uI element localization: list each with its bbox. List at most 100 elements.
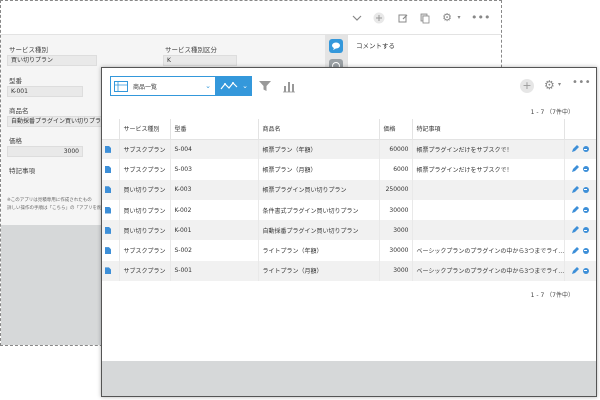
chevron-down-icon: ⌄ xyxy=(205,82,211,90)
header-product[interactable]: 商品名 xyxy=(258,119,380,140)
cell-note: 帳票プラグインだけをサブスクで！ xyxy=(412,159,565,180)
field-value-price[interactable]: 3000 xyxy=(7,146,83,157)
header-price[interactable]: 価格 xyxy=(379,119,413,140)
cell-actions xyxy=(564,260,596,282)
remove-icon[interactable] xyxy=(582,186,589,193)
cell-note: ベーシックプランのプラグインの中から3つまでライ… xyxy=(412,260,565,282)
cell-note xyxy=(412,220,565,241)
chart-button[interactable] xyxy=(279,76,299,96)
chart-icon xyxy=(279,82,299,98)
more-icon[interactable]: ••• xyxy=(572,77,591,88)
document-icon[interactable] xyxy=(105,206,111,214)
table-row[interactable]: 買い切りプラン K-003 帳票プラグイン買い切りプラン 250000 xyxy=(102,179,596,200)
cell-service-type: サブスクプラン xyxy=(119,139,171,160)
gear-icon[interactable]: ⚙ xyxy=(441,12,453,24)
header-note[interactable]: 特記事項 xyxy=(412,119,565,140)
record-list-window: 商品一覧 ⌄ ⌄ + ⚙ ▾ ••• 1 - 7 （7件中） サービス種別 型番… xyxy=(101,67,597,397)
copy-icon[interactable] xyxy=(419,12,431,24)
header-icon-column xyxy=(102,119,120,140)
cell-product: 帳票プラグイン買い切りプラン xyxy=(258,179,380,200)
cell-service-type: サブスクプラン xyxy=(119,240,171,261)
row-detail-link[interactable] xyxy=(102,179,120,200)
remove-icon[interactable] xyxy=(582,146,589,153)
add-record-button[interactable]: + xyxy=(520,79,534,93)
app-note-line1: ※このアプリは見積専用に作成されたもの xyxy=(7,198,92,203)
field-value-service-type[interactable]: 買い切りプラン xyxy=(7,55,97,66)
field-label-product: 商品名 xyxy=(9,107,29,115)
table-row[interactable]: 買い切りプラン K-002 条件書式プラグイン買い切りプラン 30000 xyxy=(102,199,596,221)
table-row[interactable]: サブスクプラン S-003 帳票プラン（月額） 6000 帳票プラグインだけをサ… xyxy=(102,159,596,180)
cell-product: ライトプラン（月額） xyxy=(258,260,380,282)
cell-actions xyxy=(564,179,596,200)
table-header-row: サービス種別 型番 商品名 価格 特記事項 xyxy=(102,119,596,140)
remove-icon[interactable] xyxy=(582,207,589,214)
pencil-icon[interactable] xyxy=(571,246,579,255)
filter-button[interactable] xyxy=(255,76,275,96)
app-note-line2: 詳しい操作の手順は「こちら」の「アプリを削除で… xyxy=(7,206,115,211)
row-detail-link[interactable] xyxy=(102,199,120,221)
field-label-note: 特記事項 xyxy=(9,167,35,175)
row-detail-link[interactable] xyxy=(102,220,120,241)
cell-service-type: サブスクプラン xyxy=(119,159,171,180)
cell-price: 3000 xyxy=(379,220,413,241)
pencil-icon[interactable] xyxy=(571,266,579,275)
cell-note xyxy=(412,179,565,200)
cell-model: S-004 xyxy=(170,139,259,160)
document-icon[interactable] xyxy=(105,247,111,255)
row-detail-link[interactable] xyxy=(102,240,120,261)
header-model[interactable]: 型番 xyxy=(170,119,259,140)
remove-icon[interactable] xyxy=(582,247,589,254)
cell-model: S-002 xyxy=(170,240,259,261)
header-service-type[interactable]: サービス種別 xyxy=(119,119,171,140)
records-table: サービス種別 型番 商品名 価格 特記事項 サブスクプラン S-004 帳票プラ… xyxy=(102,119,596,282)
document-icon[interactable] xyxy=(105,226,111,234)
graph-line-icon xyxy=(220,81,240,94)
filter-icon xyxy=(255,81,275,98)
remove-icon[interactable] xyxy=(582,166,589,173)
field-value-service-category[interactable]: K xyxy=(163,55,237,66)
table-row[interactable]: サブスクプラン S-004 帳票プラン（年額） 60000 帳票プラグインだけを… xyxy=(102,139,596,160)
cell-model: S-001 xyxy=(170,260,259,282)
cell-actions xyxy=(564,139,596,160)
document-icon[interactable] xyxy=(105,165,111,173)
document-icon[interactable] xyxy=(105,267,111,275)
row-detail-link[interactable] xyxy=(102,159,120,180)
cell-note xyxy=(412,199,565,221)
table-row[interactable]: サブスクプラン S-002 ライトプラン（年額） 30000 ベーシックプランの… xyxy=(102,240,596,261)
pencil-icon[interactable] xyxy=(571,185,579,194)
cell-actions xyxy=(564,199,596,221)
remove-icon[interactable] xyxy=(582,227,589,234)
list-footer-area xyxy=(102,361,596,396)
cell-product: 自動採番プラグイン買い切りプラン xyxy=(258,220,380,241)
plus-icon[interactable] xyxy=(373,12,385,24)
edit-icon[interactable] xyxy=(397,12,409,24)
field-label-service-type: サービス種別 xyxy=(9,46,48,54)
graph-button[interactable]: ⌄ xyxy=(216,76,252,96)
cell-price: 60000 xyxy=(379,139,413,160)
pencil-icon[interactable] xyxy=(571,206,579,214)
pencil-icon[interactable] xyxy=(571,226,579,234)
gear-icon[interactable]: ⚙ xyxy=(544,78,558,92)
table-row[interactable]: 買い切りプラン K-001 自動採番プラグイン買い切りプラン 3000 xyxy=(102,220,596,241)
field-value-model[interactable]: K-001 xyxy=(7,86,83,97)
document-icon[interactable] xyxy=(105,145,111,153)
remove-icon[interactable] xyxy=(582,267,589,274)
comment-panel-title[interactable]: コメントする xyxy=(356,40,395,50)
cell-price: 3000 xyxy=(379,260,413,282)
document-icon[interactable] xyxy=(105,186,111,194)
cell-price: 30000 xyxy=(379,240,413,261)
row-detail-link[interactable] xyxy=(102,139,120,160)
more-icon[interactable]: ••• xyxy=(471,12,490,24)
comment-icon[interactable] xyxy=(329,39,343,53)
view-selector[interactable]: 商品一覧 ⌄ xyxy=(110,76,216,96)
cell-product: ライトプラン（年額） xyxy=(258,240,380,261)
row-detail-link[interactable] xyxy=(102,260,120,282)
field-label-price: 価格 xyxy=(9,137,22,145)
caret-down-icon[interactable]: ▾ xyxy=(453,12,465,24)
cell-product: 帳票プラン（年額） xyxy=(258,139,380,160)
chevron-down-icon[interactable] xyxy=(351,12,363,24)
caret-down-icon[interactable]: ▾ xyxy=(558,81,561,88)
pencil-icon[interactable] xyxy=(571,165,579,173)
pencil-icon[interactable] xyxy=(571,145,579,153)
table-row[interactable]: サブスクプラン S-001 ライトプラン（月額） 3000 ベーシックプランのプ… xyxy=(102,260,596,282)
